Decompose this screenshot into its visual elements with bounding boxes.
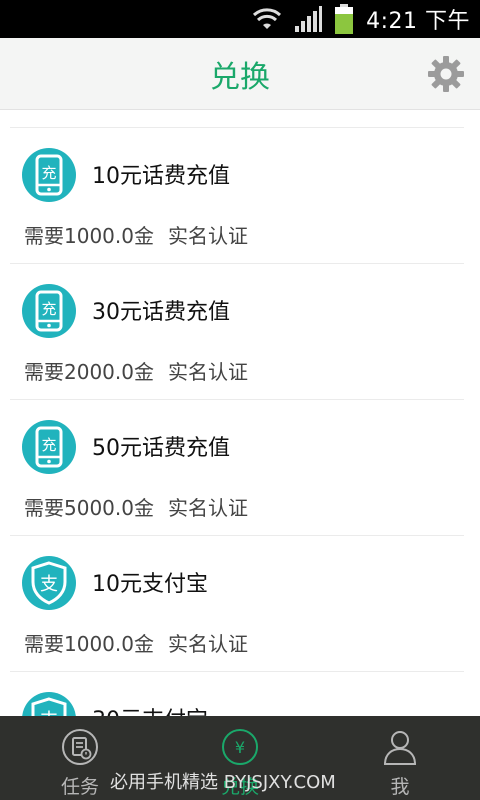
signal-icon bbox=[295, 6, 323, 32]
svg-text:支: 支 bbox=[40, 574, 58, 595]
phone-recharge-icon: 充 bbox=[22, 420, 76, 474]
settings-button[interactable] bbox=[424, 52, 468, 96]
list-item[interactable]: 支 30元支付宝 bbox=[0, 672, 480, 716]
svg-text:¥: ¥ bbox=[235, 738, 245, 757]
exchange-list: 充 10元话费充值 需要1000.0金 实名认证 充 30元话费充值 需要200… bbox=[0, 110, 480, 716]
wifi-icon bbox=[253, 8, 282, 29]
svg-text:充: 充 bbox=[41, 300, 56, 318]
list-item[interactable]: 充 30元话费充值 需要2000.0金 实名认证 bbox=[0, 264, 480, 399]
item-name: 10元支付宝 bbox=[92, 572, 208, 597]
item-requirement: 实名认证 bbox=[167, 496, 248, 520]
alipay-icon: 支 bbox=[22, 692, 76, 716]
page-title: 兑换 bbox=[210, 59, 270, 95]
nav-me[interactable]: 我 bbox=[320, 716, 480, 800]
app-header: 兑换 bbox=[0, 38, 480, 110]
item-requirement: 实名认证 bbox=[167, 224, 248, 248]
item-requirement: 实名认证 bbox=[167, 360, 248, 384]
gear-icon bbox=[428, 56, 464, 92]
status-bar: 4:21 下午 bbox=[0, 0, 480, 38]
list-item[interactable]: 充 10元话费充值 需要1000.0金 实名认证 bbox=[0, 128, 480, 263]
exchange-screen: 4:21 下午 兑换 充 10元话费充值 需要1000.0金 实名认证 充 30… bbox=[0, 0, 480, 800]
user-icon bbox=[381, 728, 419, 766]
phone-recharge-icon: 充 bbox=[22, 284, 76, 338]
battery-icon bbox=[335, 4, 354, 34]
nav-exchange-label: 兑换 bbox=[220, 776, 259, 798]
bottom-nav: 任务 ¥ 兑换 我 bbox=[0, 716, 480, 800]
item-requirement: 实名认证 bbox=[167, 632, 248, 656]
list-item[interactable]: 支 10元支付宝 需要1000.0金 实名认证 bbox=[0, 536, 480, 671]
nav-me-label: 我 bbox=[390, 776, 410, 798]
svg-text:充: 充 bbox=[41, 436, 56, 454]
item-price: 需要2000.0金 bbox=[24, 360, 154, 384]
item-meta: 需要1000.0金 实名认证 bbox=[24, 220, 248, 249]
nav-tasks-label: 任务 bbox=[60, 776, 99, 798]
item-name: 50元话费充值 bbox=[92, 436, 230, 461]
nav-exchange[interactable]: ¥ 兑换 bbox=[160, 716, 320, 800]
item-name: 10元话费充值 bbox=[92, 164, 230, 189]
item-name: 30元话费充值 bbox=[92, 300, 230, 325]
list-item[interactable]: 充 50元话费充值 需要5000.0金 实名认证 bbox=[0, 400, 480, 535]
item-meta: 需要2000.0金 实名认证 bbox=[24, 356, 248, 385]
task-icon bbox=[61, 728, 99, 766]
nav-tasks[interactable]: 任务 bbox=[0, 716, 160, 800]
item-price: 需要1000.0金 bbox=[24, 224, 154, 248]
alipay-icon: 支 bbox=[22, 556, 76, 610]
svg-text:充: 充 bbox=[41, 164, 56, 182]
item-name: 30元支付宝 bbox=[92, 702, 208, 716]
phone-recharge-icon: 充 bbox=[22, 148, 76, 202]
status-time: 4:21 下午 bbox=[366, 9, 470, 34]
item-meta: 需要5000.0金 实名认证 bbox=[24, 492, 248, 521]
item-price: 需要1000.0金 bbox=[24, 632, 154, 656]
item-meta: 需要1000.0金 实名认证 bbox=[24, 628, 248, 657]
yuan-icon: ¥ bbox=[221, 728, 259, 766]
item-price: 需要5000.0金 bbox=[24, 496, 154, 520]
